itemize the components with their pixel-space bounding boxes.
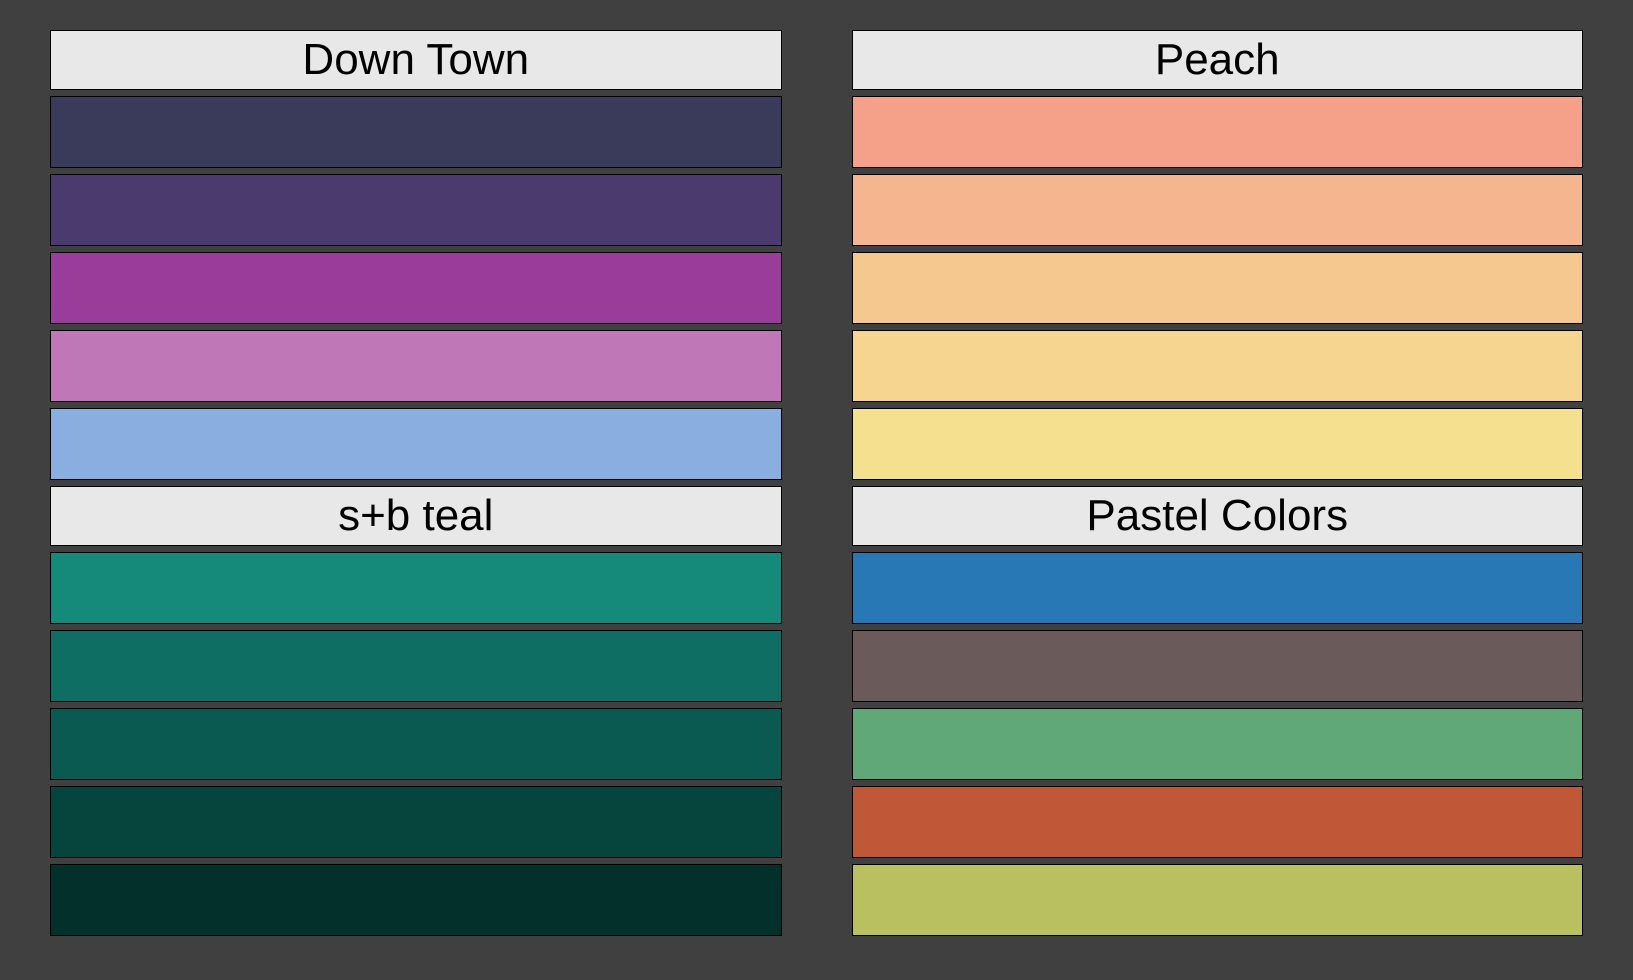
color-swatch <box>50 630 782 702</box>
color-swatch <box>852 252 1584 324</box>
palette-title-pastel: Pastel Colors <box>852 486 1584 546</box>
color-swatch <box>50 96 782 168</box>
color-swatch <box>852 786 1584 858</box>
color-swatch <box>50 330 782 402</box>
color-swatch <box>50 864 782 936</box>
color-swatch <box>852 408 1584 480</box>
color-swatch <box>852 96 1584 168</box>
color-swatch <box>852 630 1584 702</box>
color-swatch <box>50 786 782 858</box>
palette-container: Down Town s+b teal Peach Pastel Colors <box>50 30 1583 950</box>
right-column: Peach Pastel Colors <box>852 30 1584 950</box>
color-swatch <box>50 552 782 624</box>
color-swatch <box>852 708 1584 780</box>
palette-title-sbteal: s+b teal <box>50 486 782 546</box>
palette-title-peach: Peach <box>852 30 1584 90</box>
color-swatch <box>852 174 1584 246</box>
color-swatch <box>852 864 1584 936</box>
color-swatch <box>852 552 1584 624</box>
color-swatch <box>50 408 782 480</box>
color-swatch <box>50 708 782 780</box>
left-column: Down Town s+b teal <box>50 30 782 950</box>
color-swatch <box>50 174 782 246</box>
color-swatch <box>852 330 1584 402</box>
palette-title-downtown: Down Town <box>50 30 782 90</box>
color-swatch <box>50 252 782 324</box>
